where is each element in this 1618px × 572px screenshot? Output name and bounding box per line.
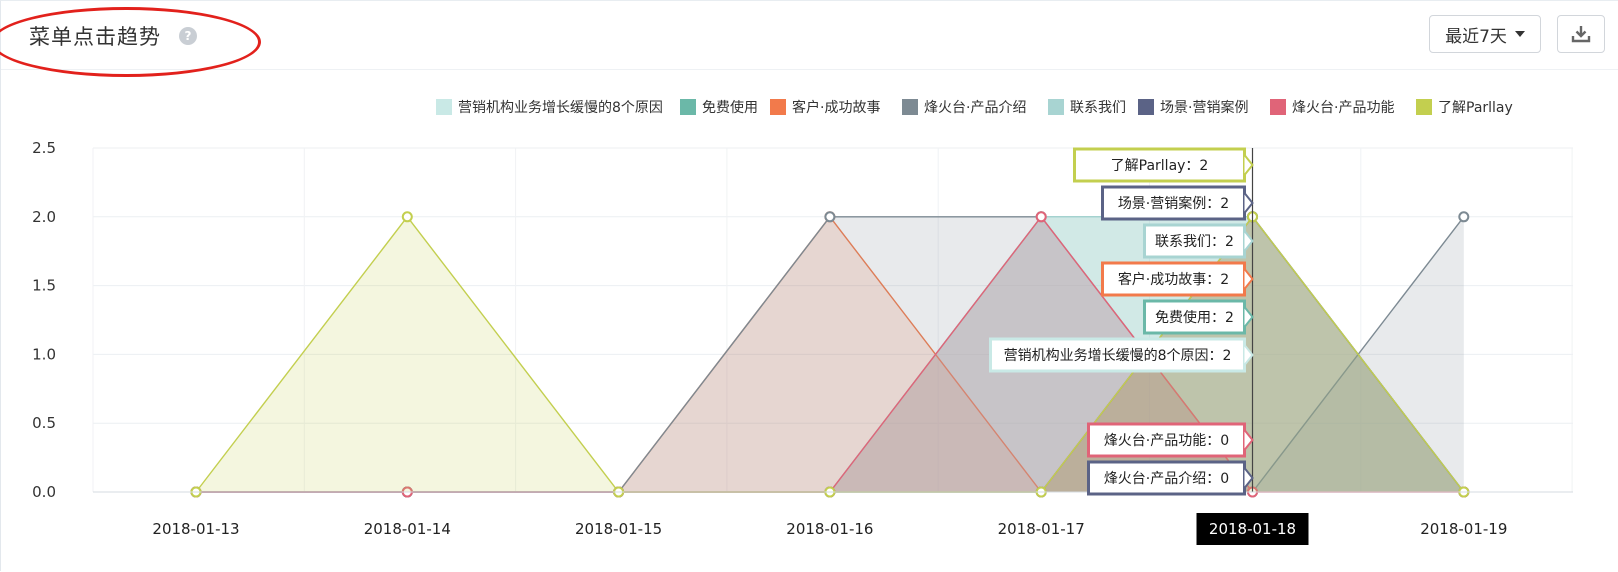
y-tick-label: 2.0 [32, 208, 56, 226]
x-tick-label: 2018-01-14 [364, 520, 451, 538]
tooltip-label: 免费使用：2 [1155, 309, 1234, 326]
tooltip-label: 场景·营销案例：2 [1118, 195, 1229, 212]
trend-chart: 0.0 0.5 1.0 1.5 2.0 2.5 2018-01-13 2018-01-14 20… [32, 99, 1573, 545]
data-point [1458, 211, 1470, 223]
legend-label: 免费使用 [702, 99, 758, 116]
legend-label: 了解Parllay [1438, 100, 1513, 116]
chart-panel: 菜单点击趋势 ? 最近7天 0.0 0.5 1.0 1.5 2.0 2.5 2018-01-… [0, 0, 1618, 571]
legend-swatch [1270, 99, 1286, 115]
x-tick-label: 2018-01-15 [575, 520, 662, 538]
legend-label: 客户·成功故事 [792, 99, 880, 116]
data-point [824, 211, 836, 223]
legend-label: 联系我们 [1070, 100, 1126, 116]
chart-areas [190, 148, 1470, 498]
legend-label: 场景·营销案例 [1160, 99, 1248, 116]
legend-label: 烽火台·产品功能 [1292, 100, 1394, 116]
y-tick-label: 1.5 [32, 277, 56, 295]
tooltip-pointer [1243, 154, 1254, 176]
data-point [1035, 211, 1047, 223]
legend-label: 营销机构业务增长缓慢的8个原因 [458, 99, 663, 116]
data-point [401, 211, 413, 223]
tooltip-pointer [1243, 192, 1254, 214]
x-tick-label: 2018-01-18 [1209, 520, 1296, 538]
x-tick-label: 2018-01-17 [998, 520, 1085, 538]
legend-swatch [770, 99, 786, 115]
y-tick-label: 0.0 [32, 483, 56, 501]
legend-swatch [1048, 99, 1064, 115]
legend-swatch [1416, 99, 1432, 115]
legend-swatch [1138, 99, 1154, 115]
chart-legend: 营销机构业务增长缓慢的8个原因 免费使用 客户·成功故事 烽火台·产品介绍 联系我们 场景… [436, 99, 1513, 116]
tooltip-label: 营销机构业务增长缓慢的8个原因：2 [1004, 347, 1232, 364]
tooltip-label: 烽火台·产品功能：0 [1104, 433, 1229, 449]
legend-swatch [902, 99, 918, 115]
legend-swatch [680, 99, 696, 115]
tooltip-label: 烽火台·产品介绍：0 [1104, 471, 1229, 487]
tooltip-label: 联系我们：2 [1155, 234, 1234, 250]
tooltip-label: 客户·成功故事：2 [1118, 271, 1229, 288]
tooltip-label: 了解Parllay：2 [1111, 158, 1209, 174]
y-tick-label: 1.0 [32, 345, 56, 363]
y-tick-label: 0.5 [32, 414, 56, 432]
x-tick-label: 2018-01-19 [1420, 520, 1507, 538]
y-tick-label: 2.5 [32, 139, 56, 157]
legend-swatch [436, 99, 452, 115]
x-tick-label: 2018-01-16 [786, 520, 873, 538]
x-tick-label: 2018-01-13 [152, 520, 239, 538]
legend-label: 烽火台·产品介绍 [924, 100, 1026, 116]
